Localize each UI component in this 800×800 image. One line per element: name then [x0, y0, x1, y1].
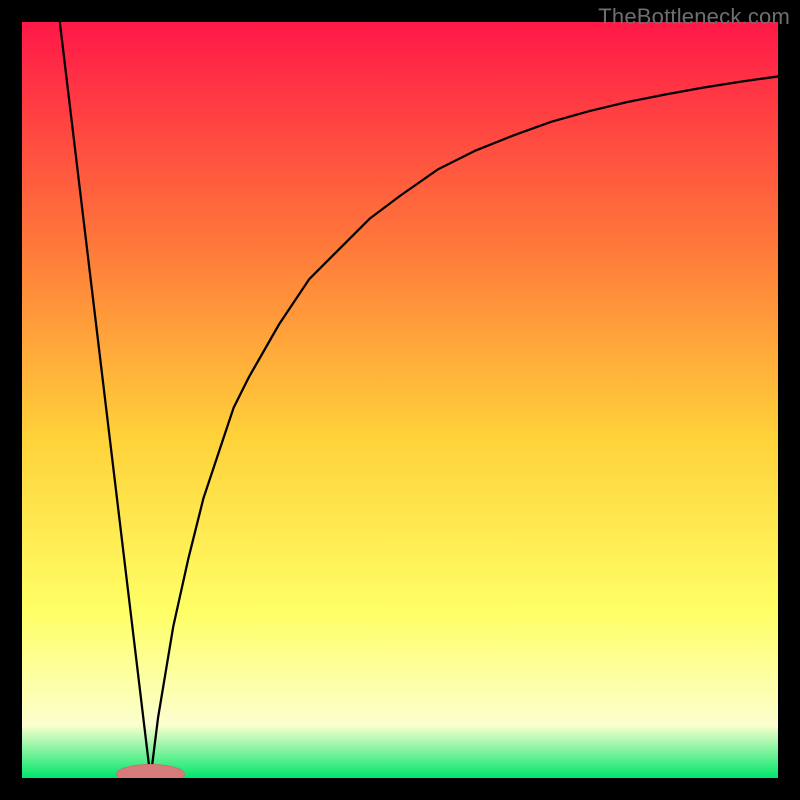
bottleneck-chart: [22, 22, 778, 778]
gradient-background: [22, 22, 778, 778]
watermark-text: TheBottleneck.com: [598, 4, 790, 30]
chart-frame: TheBottleneck.com: [0, 0, 800, 800]
